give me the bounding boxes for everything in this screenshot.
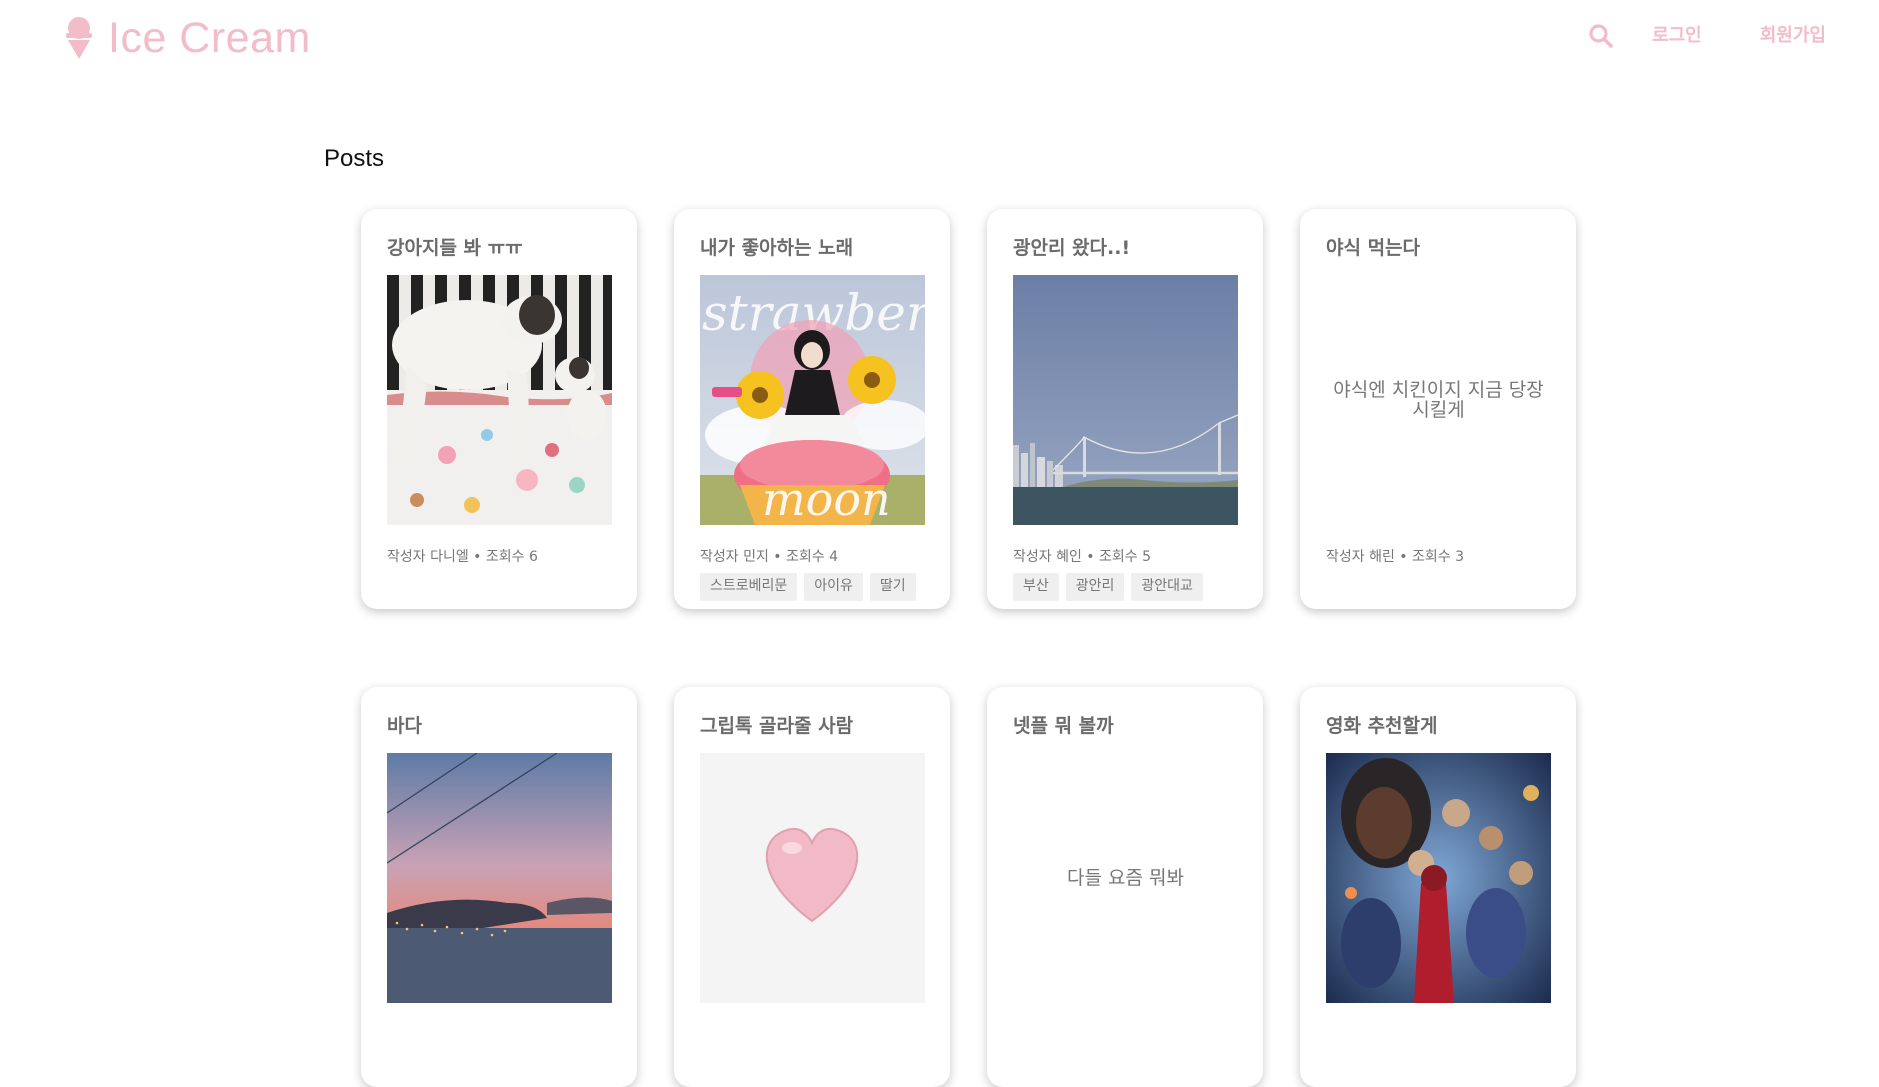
post-meta: 작성자 다니엘 • 조회수 6: [387, 549, 538, 565]
logo-link[interactable]: Ice Cream: [62, 16, 311, 60]
sunset-sea-photo: [387, 753, 612, 1003]
post-card[interactable]: 그립톡 골라줄 사람: [674, 687, 950, 1087]
strawberry-moon-album-cover: strawberry moon: [700, 275, 925, 525]
posts-grid: 강아지들 봐 ㅠㅠ 작성자 다니엘 • 조회수 6 내가 좋아하는 노래 str…: [361, 209, 1576, 1087]
login-link[interactable]: 로그인: [1652, 22, 1702, 50]
brand-name: Ice Cream: [108, 14, 311, 62]
post-tag[interactable]: 스트로베리문: [700, 573, 798, 601]
post-title: 영화 추천할게: [1326, 715, 1438, 737]
svg-text:moon: moon: [762, 472, 891, 525]
post-meta: 작성자 해린 • 조회수 3: [1326, 549, 1465, 565]
post-title: 넷플 뭐 볼까: [1013, 715, 1114, 737]
post-body: 다들 요즘 뭐봐: [1067, 867, 1184, 889]
post-body: 야식엔 치킨이지 지금 당장 시킬게: [1333, 379, 1544, 421]
gwangan-bridge-photo: [1013, 275, 1238, 525]
post-card[interactable]: 야식 먹는다 야식엔 치킨이지 지금 당장 시킬게 작성자 해린 • 조회수 3: [1300, 209, 1576, 609]
top-nav: 로그인 회원가입: [1587, 22, 1826, 50]
search-icon[interactable]: [1587, 22, 1615, 50]
post-card[interactable]: 넷플 뭐 볼까 다들 요즘 뭐봐: [987, 687, 1263, 1087]
post-title: 광안리 왔다..!: [1013, 237, 1131, 259]
site-header: Ice Cream 로그인 회원가입: [0, 0, 1879, 80]
post-tag[interactable]: 광안대교: [1131, 573, 1203, 601]
post-tag[interactable]: 딸기: [869, 573, 916, 601]
post-card[interactable]: 강아지들 봐 ㅠㅠ 작성자 다니엘 • 조회수 6: [361, 209, 637, 609]
post-title: 강아지들 봐 ㅠㅠ: [387, 237, 523, 259]
post-tags: 부산 광안리 광안대교: [1013, 573, 1238, 601]
movie-poster: [1326, 753, 1551, 1003]
pink-heart-griptok-photo: [700, 753, 925, 1003]
post-title: 야식 먹는다: [1326, 237, 1421, 259]
post-card[interactable]: 광안리 왔다..! 작성자 혜인 • 조회수 5 부산 광안리 광안대교: [987, 209, 1263, 609]
post-meta: 작성자 민지 • 조회수 4: [700, 549, 839, 565]
two-puppies-photo: [387, 275, 612, 525]
post-tag[interactable]: 광안리: [1065, 573, 1125, 601]
post-title: 바다: [387, 715, 422, 737]
post-tags: 스트로베리문 아이유 딸기: [700, 573, 925, 601]
post-card[interactable]: 영화 추천할게: [1300, 687, 1576, 1087]
ice-cream-icon: [66, 17, 92, 59]
posts-section-title: Posts: [324, 145, 385, 172]
post-card[interactable]: 바다: [361, 687, 637, 1087]
signup-link[interactable]: 회원가입: [1760, 22, 1826, 50]
post-meta: 작성자 혜인 • 조회수 5: [1013, 549, 1152, 565]
post-tag[interactable]: 아이유: [804, 573, 863, 601]
post-card[interactable]: 내가 좋아하는 노래 strawberry: [674, 209, 950, 609]
post-tag[interactable]: 부산: [1013, 573, 1059, 601]
post-title: 그립톡 골라줄 사람: [700, 715, 854, 737]
post-title: 내가 좋아하는 노래: [700, 237, 854, 259]
